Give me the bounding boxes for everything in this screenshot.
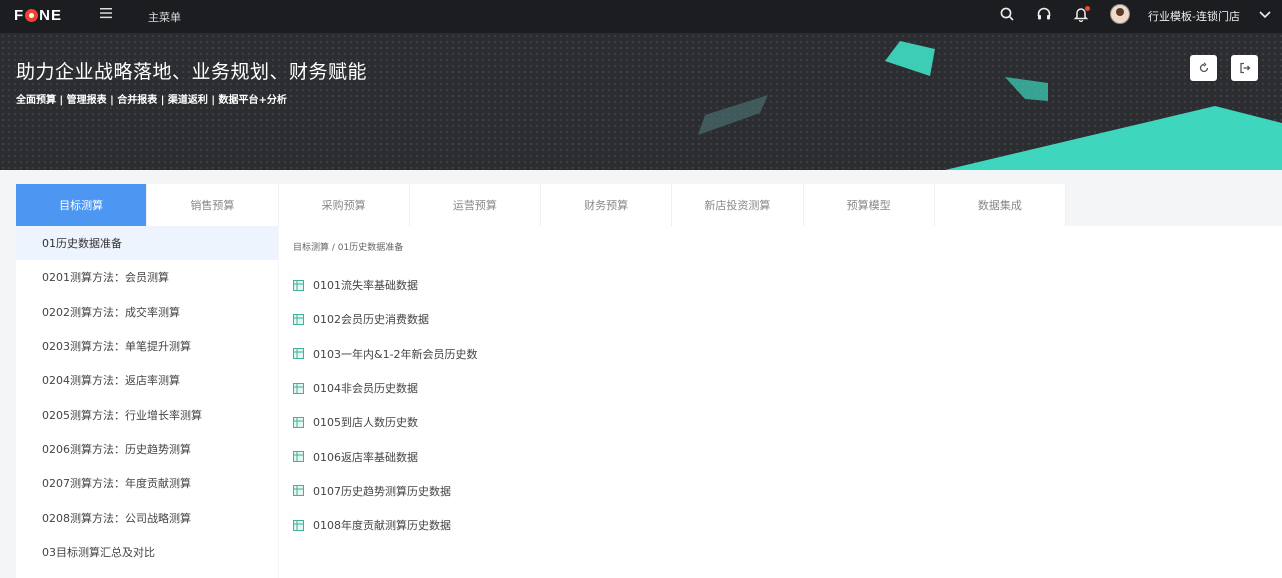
breadcrumb: 目标测算 / 01历史数据准备 [293, 243, 404, 253]
bell-icon[interactable] [1073, 6, 1091, 26]
top-bar: F NE 主菜单 行业模板-连锁门店 [0, 0, 1282, 33]
tab-data-integration[interactable]: 数据集成 [935, 184, 1066, 226]
sidebar-item-history-data[interactable]: 01历史数据准备 [16, 226, 278, 261]
refresh-icon [1199, 62, 1208, 73]
logo-mark [25, 9, 39, 22]
file-name: 0104非会员历史数据 [313, 382, 418, 396]
sidebar-item-conversion-calc[interactable]: 0202测算方法：成交率测算 [16, 295, 278, 329]
headset-icon[interactable] [1036, 6, 1054, 26]
list-item[interactable]: 0104非会员历史数据 [293, 371, 478, 405]
refresh-button[interactable] [1190, 55, 1217, 81]
tab-sales-budget[interactable]: 销售预算 [147, 184, 279, 226]
user-name[interactable]: 行业模板-连锁门店 [1148, 8, 1240, 24]
tab-budget-model[interactable]: 预算模型 [804, 184, 935, 226]
spreadsheet-icon [293, 416, 304, 428]
sidebar-item-annual-contribution-calc[interactable]: 0207测算方法：年度贡献测算 [16, 466, 278, 500]
sidebar-item-strategy-calc[interactable]: 0208测算方法：公司战略测算 [16, 500, 278, 534]
list-item[interactable]: 0108年度贡献测算历史数据 [293, 508, 478, 542]
list-item[interactable]: 0106返店率基础数据 [293, 439, 478, 473]
tab-operation-budget[interactable]: 运营预算 [410, 184, 541, 226]
list-item[interactable]: 0107历史趋势测算历史数据 [293, 474, 478, 508]
spreadsheet-icon [293, 382, 304, 394]
spreadsheet-icon [293, 313, 304, 325]
sidebar-item-member-calc[interactable]: 0201测算方法：会员测算 [16, 260, 278, 294]
list-item[interactable]: 0103一年内&1-2年新会员历史数 [293, 337, 478, 371]
tab-target-calc[interactable]: 目标测算 [16, 184, 148, 226]
sidebar-item-history-trend-calc[interactable]: 0206测算方法：历史趋势测算 [16, 432, 278, 466]
banner-subtitle: 全面预算 | 管理报表 | 合并报表 | 渠道返利 | 数据平台+分析 [16, 95, 287, 106]
list-item[interactable]: 0102会员历史消费数据 [293, 302, 478, 336]
spreadsheet-icon [293, 485, 304, 497]
spreadsheet-icon [293, 279, 304, 291]
file-name: 0103一年内&1-2年新会员历史数 [313, 347, 478, 361]
sidebar-item-summary-compare[interactable]: 03目标测算汇总及对比 [16, 535, 278, 569]
file-list: 0101流失率基础数据 0102会员历史消费数据 0103一年内&1-2年新会员… [293, 268, 478, 542]
notification-dot [1085, 6, 1090, 11]
chevron-down-icon[interactable] [1258, 6, 1272, 25]
file-name: 0105到店人数历史数 [313, 416, 418, 430]
file-name: 0102会员历史消费数据 [313, 313, 429, 327]
module-tabs: 目标测算 销售预算 采购预算 运营预算 财务预算 新店投资测算 预算模型 数据集… [16, 184, 1066, 226]
spreadsheet-icon [293, 348, 304, 360]
list-item[interactable]: 0101流失率基础数据 [293, 268, 478, 302]
sidebar-item-industry-growth-calc[interactable]: 0205测算方法：行业增长率测算 [16, 397, 278, 431]
search-icon[interactable] [999, 6, 1017, 26]
sidebar-item-return-rate-calc[interactable]: 0204测算方法：返店率测算 [16, 363, 278, 397]
logout-button[interactable] [1231, 55, 1258, 81]
file-name: 0106返店率基础数据 [313, 450, 418, 464]
spreadsheet-icon [293, 451, 304, 463]
sidebar-item-ticket-lift-calc[interactable]: 0203测算方法：单笔提升测算 [16, 329, 278, 363]
list-item[interactable]: 0105到店人数历史数 [293, 405, 478, 439]
avatar[interactable] [1110, 4, 1130, 24]
file-name: 0108年度贡献测算历史数据 [313, 519, 451, 533]
banner-title: 助力企业战略落地、业务规划、财务赋能 [16, 61, 368, 83]
tab-new-store-investment[interactable]: 新店投资测算 [672, 184, 804, 226]
logout-icon [1239, 62, 1250, 74]
file-name: 0101流失率基础数据 [313, 279, 418, 293]
menu-icon[interactable] [99, 6, 115, 26]
sidebar: 01历史数据准备 0201测算方法：会员测算 0202测算方法：成交率测算 02… [16, 226, 278, 578]
file-name: 0107历史趋势测算历史数据 [313, 484, 451, 498]
main-menu-button[interactable]: 主菜单 [148, 9, 181, 25]
content-panel: 目标测算 / 01历史数据准备 0101流失率基础数据 0102会员历史消费数据… [279, 226, 1282, 578]
hero-banner: 助力企业战略落地、业务规划、财务赋能 全面预算 | 管理报表 | 合并报表 | … [0, 33, 1282, 170]
tab-purchase-budget[interactable]: 采购预算 [279, 184, 410, 226]
spreadsheet-icon [293, 519, 304, 531]
fone-logo[interactable]: F NE [14, 7, 62, 24]
tab-finance-budget[interactable]: 财务预算 [541, 184, 673, 226]
